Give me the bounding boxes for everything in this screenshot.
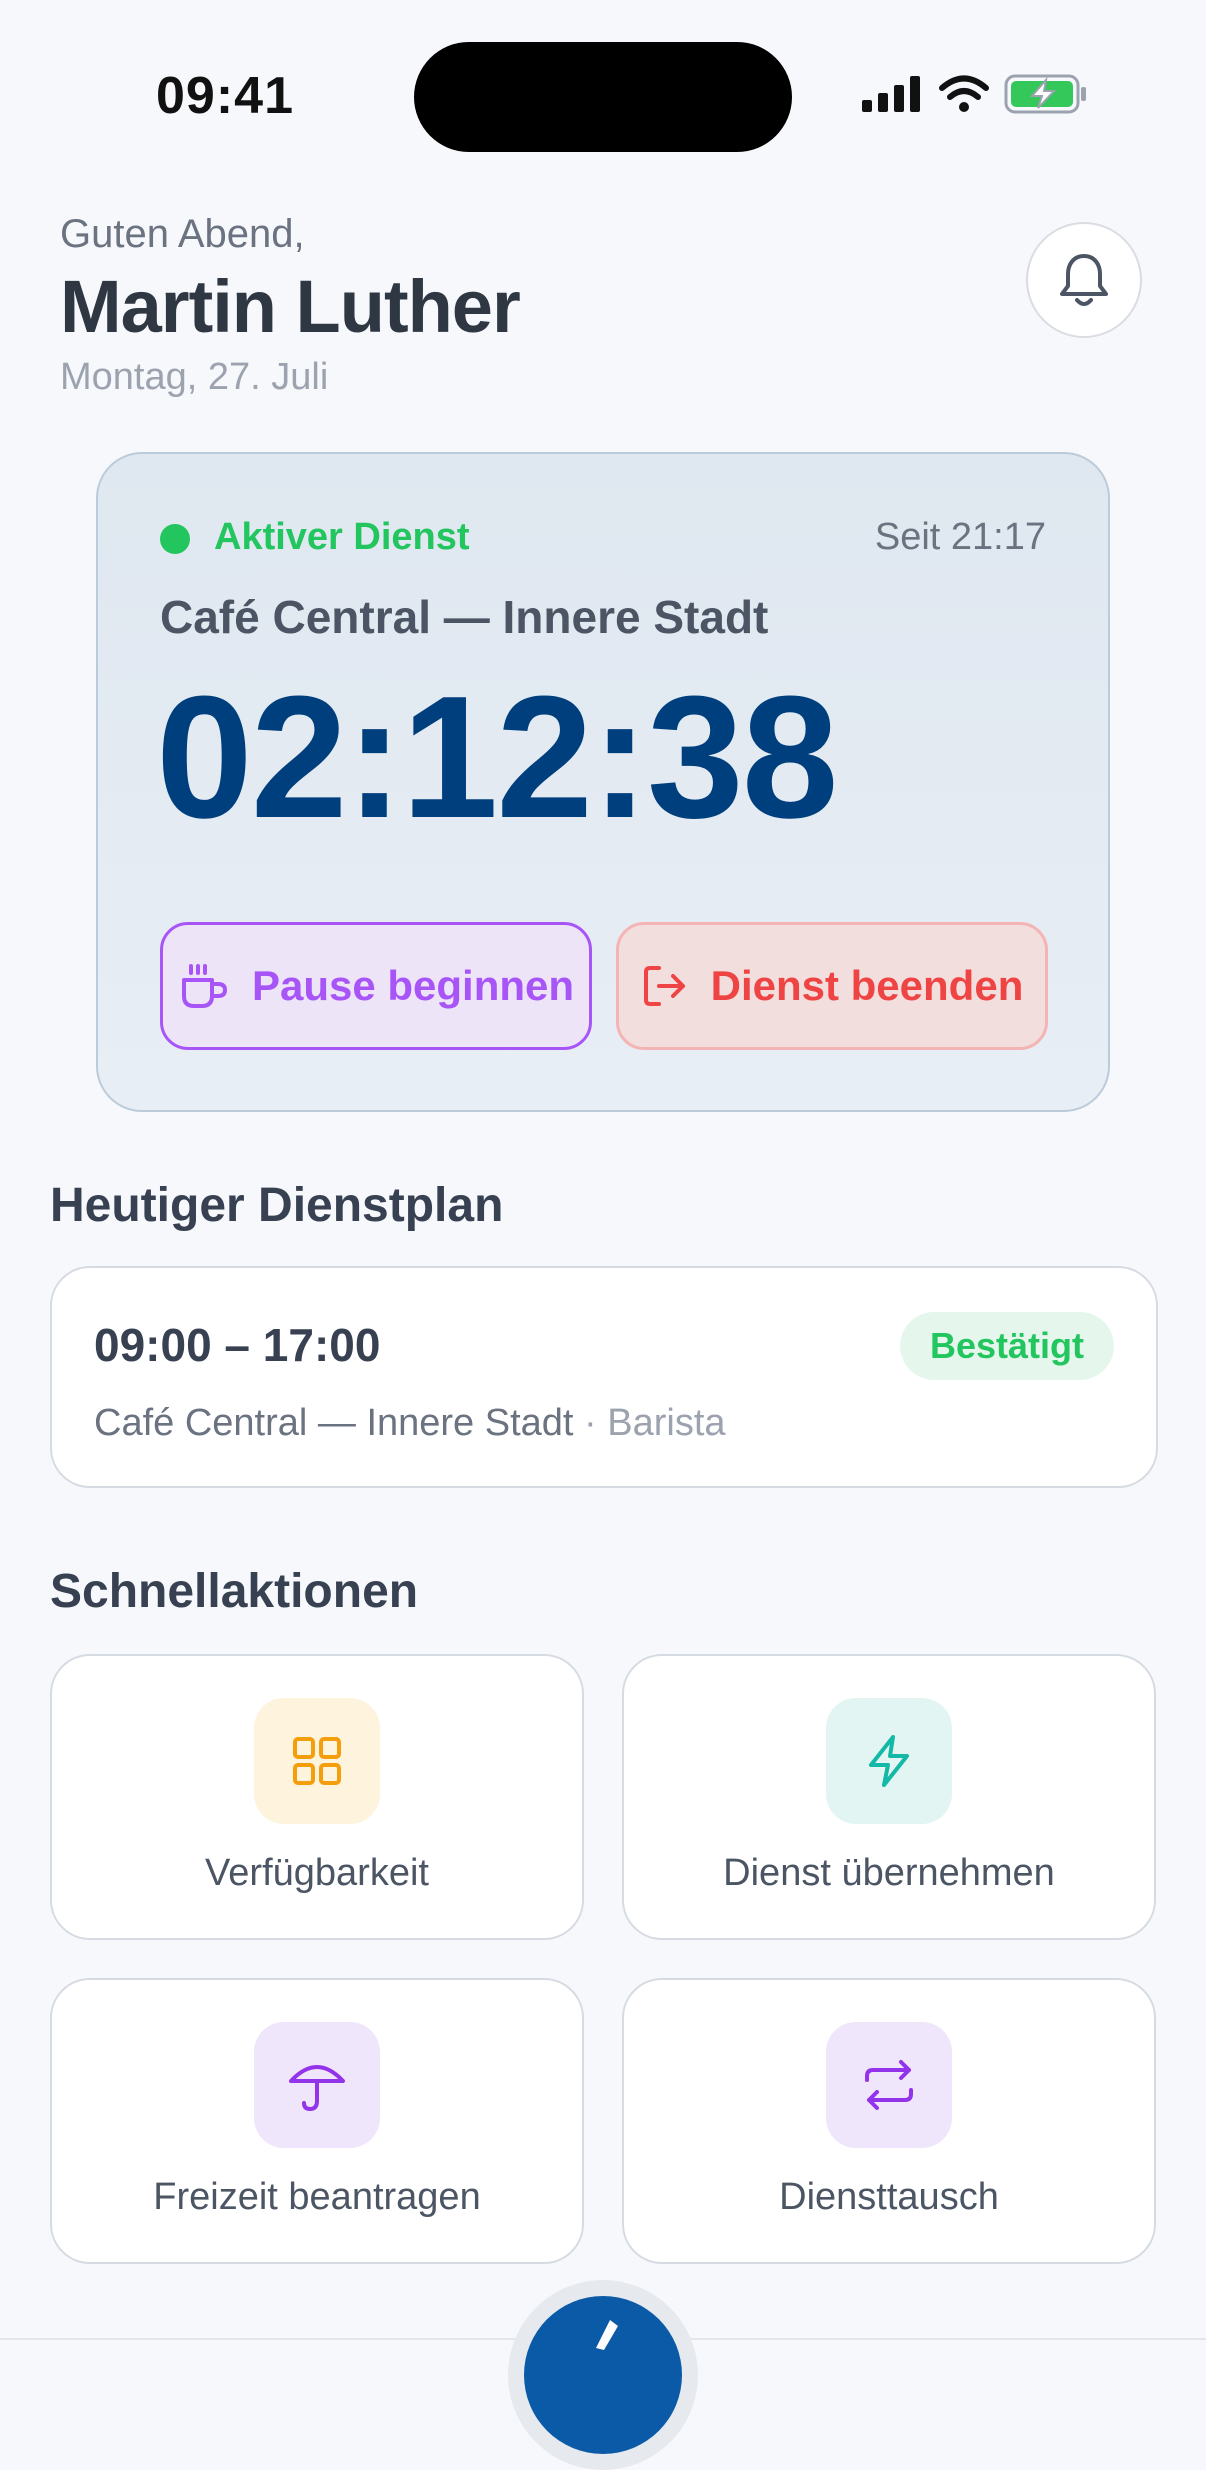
- schedule-details: Café Central — Innere Stadt · Barista: [94, 1402, 726, 1445]
- status-badge: Bestätigt: [899, 1312, 1114, 1380]
- swap-icon: [826, 2022, 952, 2148]
- take-shift-label: Dienst übernehmen: [723, 1852, 1055, 1894]
- quick-actions-title: Schnellaktionen: [50, 1565, 419, 1618]
- schedule-role: · Barista: [584, 1402, 726, 1444]
- schedule-title: Heutiger Dienstplan: [50, 1179, 504, 1232]
- shift-status-label: Aktiver Dienst: [214, 516, 470, 558]
- lightning-icon: [826, 1698, 952, 1824]
- notifications-button[interactable]: [1026, 222, 1142, 338]
- availability-label: Verfügbarkeit: [205, 1852, 429, 1894]
- shift-swap-button[interactable]: Diensttausch: [622, 1978, 1156, 2264]
- pen-icon: [596, 2320, 618, 2350]
- end-shift-label: Dienst beenden: [710, 962, 1024, 1009]
- availability-button[interactable]: Verfügbarkeit: [50, 1654, 584, 1940]
- battery-charging-icon: [1004, 74, 1086, 114]
- shift-location: Café Central — Innere Stadt: [160, 591, 769, 643]
- coffee-cup-icon: [181, 964, 227, 1008]
- request-time-off-button[interactable]: Freizeit beantragen: [50, 1978, 584, 2264]
- active-shift-card: Aktiver Dienst Seit 21:17 Café Central —…: [96, 452, 1110, 1112]
- bell-icon: [1060, 254, 1108, 306]
- main-action-button[interactable]: [524, 2296, 682, 2454]
- umbrella-icon: [254, 2022, 380, 2148]
- schedule-card[interactable]: 09:00 – 17:00 Café Central — Innere Stad…: [50, 1266, 1158, 1488]
- shift-start-time: Seit 21:17: [874, 516, 1046, 558]
- signal-icon: [862, 76, 920, 112]
- start-break-button[interactable]: Pause beginnen: [160, 922, 592, 1050]
- logout-icon: [643, 966, 685, 1006]
- wifi-icon: [939, 75, 989, 112]
- shift-timer: 02:12:38: [156, 659, 839, 854]
- grid-icon: [254, 1698, 380, 1824]
- user-name: Martin Luther: [60, 265, 521, 348]
- live-status-dot: [160, 524, 190, 554]
- greeting-text: Guten Abend,: [60, 212, 305, 256]
- current-date: Montag, 27. Juli: [60, 356, 329, 398]
- dynamic-island: [414, 42, 792, 152]
- end-shift-button[interactable]: Dienst beenden: [616, 922, 1048, 1050]
- schedule-location: Café Central — Innere Stadt: [94, 1402, 574, 1444]
- start-break-label: Pause beginnen: [251, 962, 575, 1009]
- take-shift-button[interactable]: Dienst übernehmen: [622, 1654, 1156, 1940]
- status-time: 09:41: [156, 67, 294, 125]
- request-time-off-label: Freizeit beantragen: [153, 2176, 481, 2218]
- shift-swap-label: Diensttausch: [779, 2176, 999, 2218]
- status-icons: [862, 74, 1088, 114]
- schedule-time: 09:00 – 17:00: [94, 1319, 381, 1371]
